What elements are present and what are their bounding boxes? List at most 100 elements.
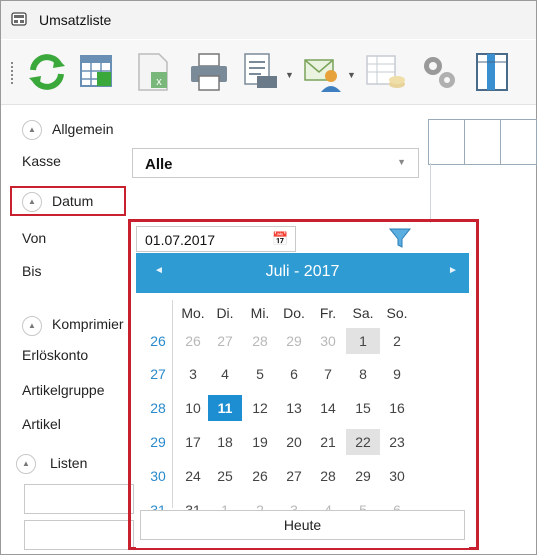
list-field-2[interactable]: [24, 520, 134, 550]
weekday-header: Mi.: [250, 305, 270, 321]
list-field-1[interactable]: [24, 484, 134, 514]
calendar-day[interactable]: 23: [380, 429, 414, 455]
erloeskonto-label: Erlöskonto: [22, 347, 89, 363]
listen-toggle[interactable]: ▲: [16, 454, 36, 474]
von-date-value: 01.07.2017: [145, 232, 216, 248]
svg-text:x: x: [156, 76, 162, 88]
result-grid-header: [428, 119, 537, 165]
chevron-down-icon: ▼: [397, 157, 406, 167]
calendar-day[interactable]: 25: [208, 463, 242, 489]
print-preview-icon: [244, 53, 277, 88]
grid-settings-button[interactable]: [75, 50, 119, 94]
calendar-day[interactable]: 28: [311, 463, 345, 489]
grid-divider: [430, 163, 431, 223]
calendar-header: ◄ Juli - 2017 ►: [136, 253, 469, 293]
weekday-header: Mo.: [181, 305, 205, 321]
excel-export-icon: x: [138, 53, 168, 91]
komprimiert-toggle[interactable]: ▲: [22, 316, 42, 336]
calendar-day[interactable]: 30: [311, 328, 345, 354]
email-user-icon: [304, 59, 341, 92]
calendar-day[interactable]: 14: [311, 395, 345, 421]
von-date-input[interactable]: 01.07.2017 📅: [136, 226, 296, 252]
calendar-day-selected[interactable]: 11: [208, 395, 242, 421]
refresh-icon: [29, 54, 65, 90]
calendar-day[interactable]: 27: [208, 328, 242, 354]
calendar-day[interactable]: 1: [346, 328, 380, 354]
window-title: Umsatzliste: [39, 12, 112, 28]
datum-toggle[interactable]: ▲: [22, 192, 42, 212]
title-bar: Umsatzliste: [1, 1, 536, 39]
calendar-day[interactable]: 19: [243, 429, 277, 455]
refresh-button[interactable]: [25, 50, 69, 94]
datum-section-label: Datum: [52, 193, 94, 209]
weekday-header: Fr.: [319, 305, 337, 321]
weekday-header: Sa.: [352, 305, 374, 321]
listen-section-label: Listen: [50, 455, 88, 471]
filter-icon[interactable]: [388, 226, 412, 250]
calendar-day[interactable]: 15: [346, 395, 380, 421]
kasse-select[interactable]: Alle ▼: [132, 148, 419, 178]
print-icon: [191, 53, 227, 91]
calendar-month-label[interactable]: Juli - 2017: [136, 263, 469, 281]
calendar-day[interactable]: 26: [176, 328, 210, 354]
calendar-popup: ◄ Juli - 2017 ► Mo. Di. Mi. Do. Fr. Sa. So. 26 2…: [136, 253, 469, 548]
calendar-day[interactable]: 3: [176, 361, 210, 387]
calendar-day[interactable]: 7: [311, 361, 345, 387]
next-month-icon[interactable]: ►: [448, 265, 458, 276]
calendar-day[interactable]: 28: [243, 328, 277, 354]
app-icon: [11, 12, 27, 26]
print-preview-dropdown[interactable]: ▼: [285, 70, 294, 80]
calendar-day[interactable]: 16: [380, 395, 414, 421]
week-number: 27: [150, 366, 166, 382]
calendar-day[interactable]: 21: [311, 429, 345, 455]
calendar-day[interactable]: 8: [346, 361, 380, 387]
settings-button[interactable]: [417, 50, 461, 94]
week-number: 29: [150, 434, 166, 450]
weekday-header: Di.: [216, 305, 234, 321]
calendar-day[interactable]: 20: [277, 429, 311, 455]
kasse-value: Alle: [145, 156, 173, 173]
today-button[interactable]: Heute: [140, 510, 465, 540]
calendar-day[interactable]: 13: [277, 395, 311, 421]
toolbar: x ▼ ▼: [1, 40, 536, 105]
von-label: Von: [22, 230, 47, 246]
calendar-day[interactable]: 30: [380, 463, 414, 489]
email-user-button[interactable]: [301, 50, 345, 94]
bis-label: Bis: [22, 263, 42, 279]
calendar-day[interactable]: 12: [243, 395, 277, 421]
calendar-day[interactable]: 27: [277, 463, 311, 489]
artikelgruppe-label: Artikelgruppe: [22, 382, 105, 398]
gears-icon: [424, 57, 455, 88]
calendar-day[interactable]: 4: [208, 361, 242, 387]
calendar-day[interactable]: 9: [380, 361, 414, 387]
calendar-day[interactable]: 29: [277, 328, 311, 354]
print-preview-button[interactable]: [239, 50, 283, 94]
week-number: 30: [150, 468, 166, 484]
columns-button[interactable]: [471, 50, 515, 94]
komprimiert-section-label: Komprimier: [52, 316, 124, 332]
weekday-header: So.: [386, 305, 408, 321]
columns-icon: [476, 53, 508, 91]
allgemein-toggle[interactable]: ▲: [22, 120, 42, 140]
week-number: 26: [150, 333, 166, 349]
kasse-label: Kasse: [22, 153, 61, 169]
table-coins-icon: [366, 55, 405, 88]
artikel-label: Artikel: [22, 416, 61, 432]
toolbar-grip[interactable]: [11, 62, 16, 84]
calendar-day[interactable]: 5: [243, 361, 277, 387]
email-user-dropdown[interactable]: ▼: [347, 70, 356, 80]
calendar-day[interactable]: 2: [380, 328, 414, 354]
calendar-day[interactable]: 10: [176, 395, 210, 421]
allgemein-section-label: Allgemein: [52, 121, 114, 137]
calendar-day[interactable]: 17: [176, 429, 210, 455]
print-button[interactable]: [187, 50, 231, 94]
excel-export-button[interactable]: x: [131, 50, 175, 94]
table-coins-button[interactable]: [363, 50, 407, 94]
calendar-day[interactable]: 26: [243, 463, 277, 489]
calendar-day[interactable]: 6: [277, 361, 311, 387]
calendar-day[interactable]: 24: [176, 463, 210, 489]
calendar-day[interactable]: 18: [208, 429, 242, 455]
calendar-day[interactable]: 29: [346, 463, 380, 489]
calendar-icon[interactable]: 📅: [272, 231, 288, 247]
calendar-day[interactable]: 22: [346, 429, 380, 455]
